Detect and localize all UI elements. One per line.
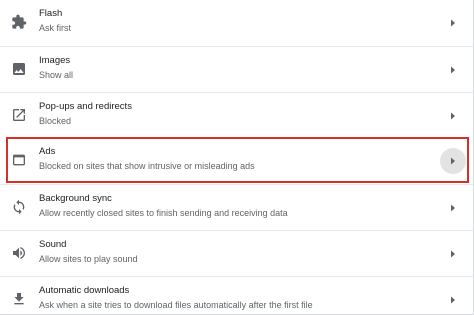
chevron-right-icon[interactable] <box>445 200 461 216</box>
setting-title: Ads <box>39 146 56 157</box>
image-icon <box>11 61 27 77</box>
setting-title: Flash <box>39 8 63 19</box>
setting-subtitle: Ask first <box>39 23 72 33</box>
setting-title: Sound <box>39 239 67 250</box>
site-settings-panel: Flash Ask first Images Show all Pop-ups … <box>0 0 474 315</box>
setting-subtitle: Blocked <box>39 116 72 126</box>
setting-subtitle: Blocked on sites that show intrusive or … <box>39 161 255 171</box>
setting-title: Automatic downloads <box>39 285 130 296</box>
setting-row-flash[interactable]: Flash Ask first <box>0 0 473 46</box>
volume-icon <box>11 245 27 261</box>
setting-row-background-sync[interactable]: Background sync Allow recently closed si… <box>0 184 473 230</box>
setting-title: Images <box>39 55 71 66</box>
web-asset-icon <box>11 152 27 168</box>
open-in-new-icon <box>11 107 27 123</box>
setting-row-popups[interactable]: Pop-ups and redirects Blocked <box>0 92 473 138</box>
chevron-right-icon[interactable] <box>445 292 461 308</box>
chevron-right-icon[interactable] <box>445 15 461 31</box>
puzzle-icon <box>11 14 27 30</box>
setting-row-ads[interactable]: Ads Blocked on sites that show intrusive… <box>0 138 473 184</box>
setting-title: Background sync <box>39 193 112 204</box>
setting-row-sound[interactable]: Sound Allow sites to play sound <box>0 230 473 276</box>
setting-subtitle: Allow sites to play sound <box>39 254 138 264</box>
chevron-right-icon[interactable] <box>445 108 461 124</box>
chevron-right-icon[interactable] <box>445 62 461 78</box>
chevron-right-icon[interactable] <box>440 148 466 174</box>
sync-icon <box>11 199 27 215</box>
setting-row-images[interactable]: Images Show all <box>0 46 473 92</box>
setting-row-automatic-downloads[interactable]: Automatic downloads Ask when a site trie… <box>0 276 473 314</box>
setting-subtitle: Allow recently closed sites to finish se… <box>39 208 288 218</box>
setting-subtitle: Ask when a site tries to download files … <box>39 300 313 310</box>
setting-title: Pop-ups and redirects <box>39 101 132 112</box>
download-icon <box>11 291 27 307</box>
setting-subtitle: Show all <box>39 70 74 80</box>
chevron-right-icon[interactable] <box>445 246 461 262</box>
